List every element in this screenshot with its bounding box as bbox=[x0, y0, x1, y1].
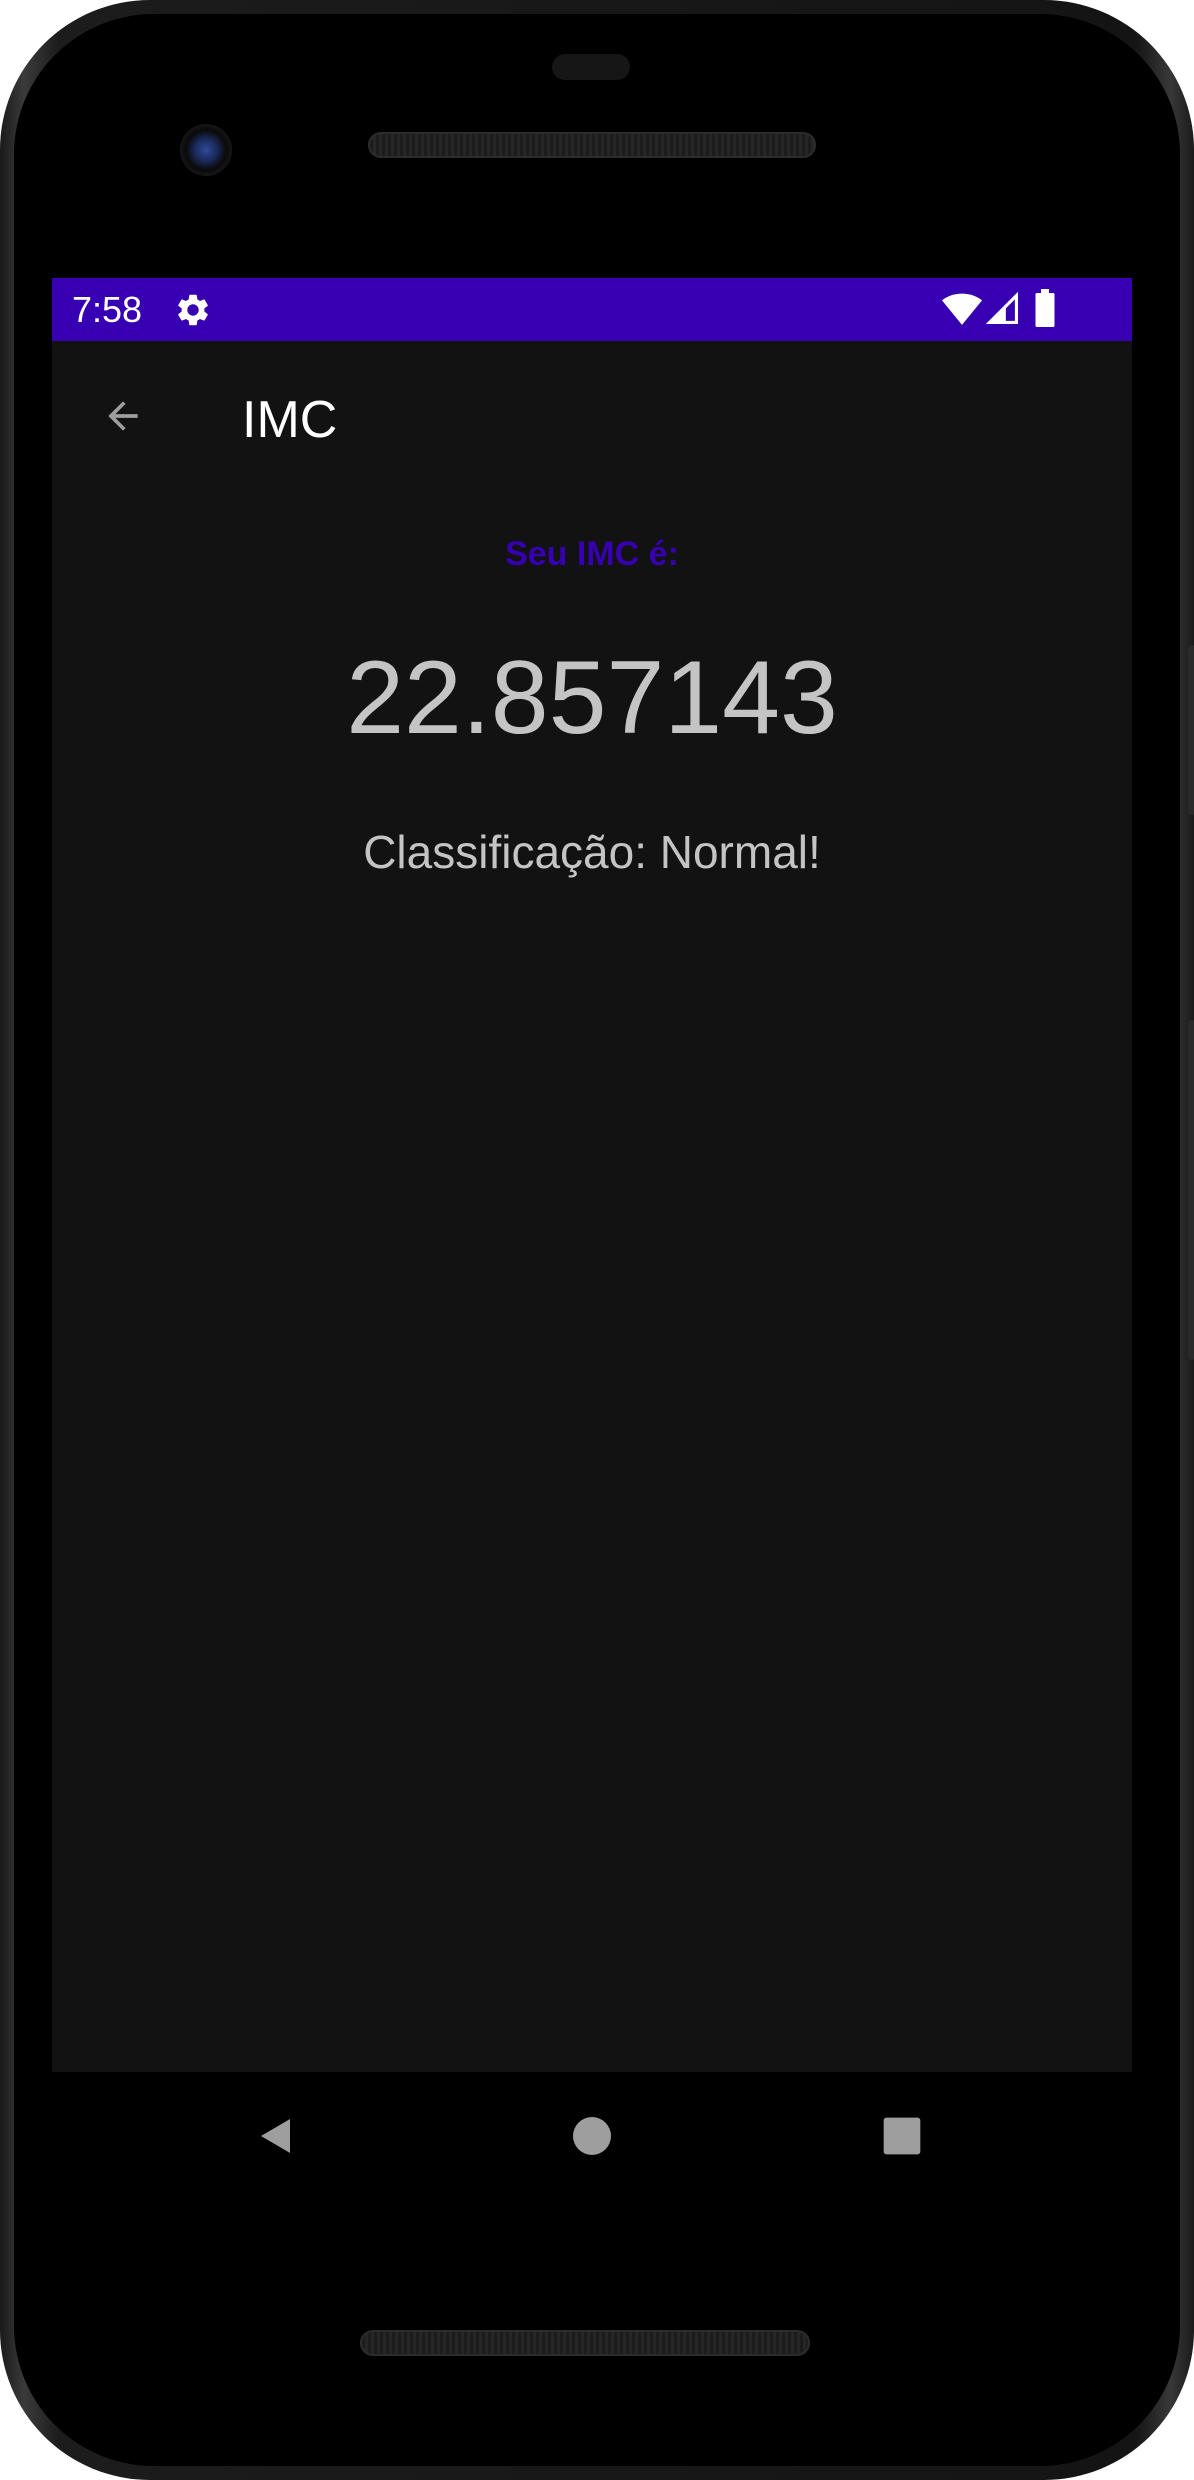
nav-recents-icon[interactable] bbox=[880, 2114, 924, 2158]
bottom-speaker-grille bbox=[360, 2330, 810, 2356]
nav-home-icon[interactable] bbox=[568, 2112, 616, 2160]
phone-frame: 7:58 IMC Seu IMC é: 22.857143 Classifica… bbox=[0, 0, 1194, 2480]
status-bar: 7:58 bbox=[52, 278, 1132, 341]
app-bar: IMC bbox=[52, 341, 1132, 488]
back-button[interactable] bbox=[88, 381, 158, 451]
wifi-icon bbox=[942, 293, 982, 325]
power-button bbox=[1188, 645, 1194, 815]
proximity-sensor bbox=[552, 54, 630, 80]
battery-icon bbox=[1035, 289, 1055, 327]
cell-signal-icon bbox=[986, 292, 1019, 325]
app-screen: 7:58 IMC Seu IMC é: 22.857143 Classifica… bbox=[52, 278, 1132, 2072]
front-camera bbox=[180, 124, 232, 176]
imc-classification: Classificação: Normal! bbox=[363, 826, 821, 878]
top-speaker-grille bbox=[368, 132, 816, 158]
nav-back-icon[interactable] bbox=[252, 2112, 300, 2160]
gear-icon bbox=[178, 294, 208, 326]
page-title: IMC bbox=[242, 391, 338, 449]
status-time: 7:58 bbox=[72, 289, 143, 330]
navigation-bar bbox=[52, 2072, 1132, 2198]
arrow-back-icon bbox=[108, 401, 138, 431]
imc-result-label: Seu IMC é: bbox=[505, 535, 679, 573]
imc-result-value: 22.857143 bbox=[346, 640, 838, 756]
volume-button bbox=[1188, 1020, 1194, 1360]
